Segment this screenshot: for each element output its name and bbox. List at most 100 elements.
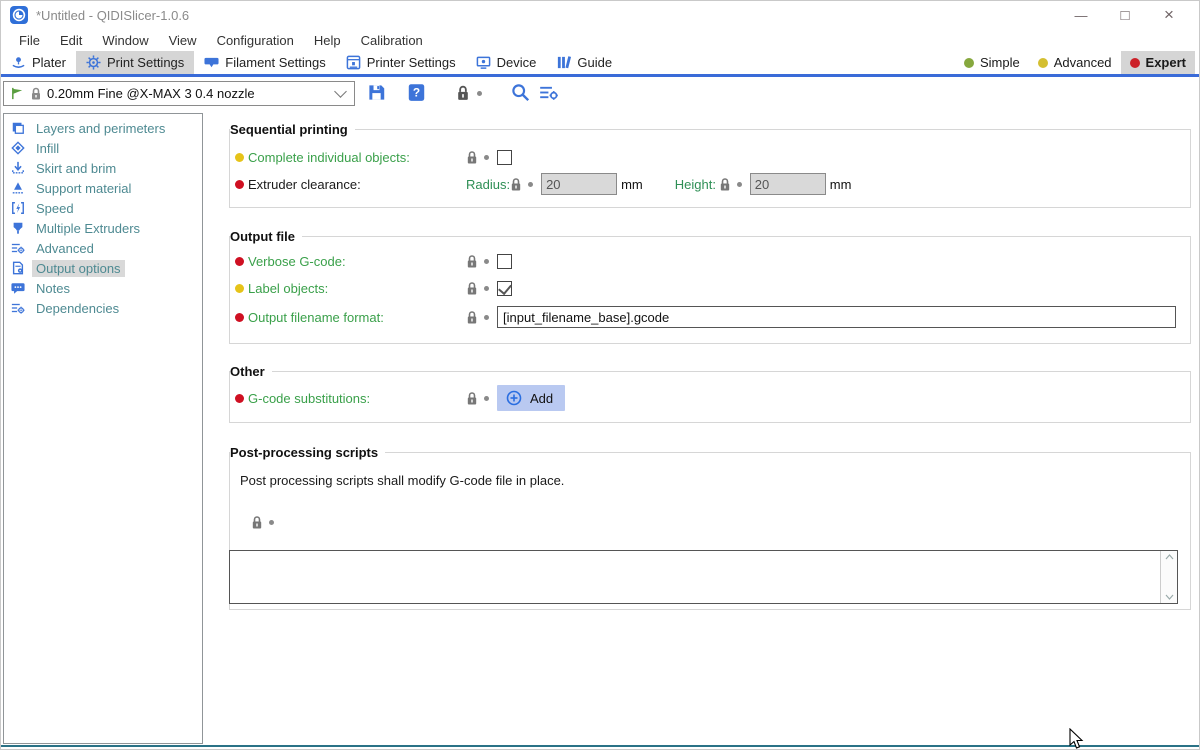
tab-guide[interactable]: Guide <box>546 51 622 74</box>
lock-icon <box>30 87 42 101</box>
tab-printer-settings[interactable]: Printer Settings <box>336 51 466 74</box>
sidebar-item-dependencies[interactable]: Dependencies <box>4 298 202 318</box>
menu-edit[interactable]: Edit <box>50 31 92 50</box>
post-processing-scripts-textarea[interactable] <box>229 550 1178 604</box>
revert-dot-icon[interactable] <box>269 520 274 525</box>
mode-expert[interactable]: Expert <box>1121 51 1195 74</box>
option-row-output-filename-format: Output filename format: <box>235 305 1185 329</box>
lock-icon[interactable] <box>510 177 522 192</box>
section-title: Sequential printing <box>230 121 355 138</box>
sidebar-item-multiple-extruders[interactable]: Multiple Extruders <box>4 218 202 238</box>
lock-icon[interactable] <box>719 177 731 192</box>
textarea-scrollbar[interactable] <box>1160 551 1177 603</box>
menu-file[interactable]: File <box>9 31 50 50</box>
settings-compare-button[interactable] <box>539 83 559 102</box>
maximize-button[interactable]: □ <box>1103 1 1147 29</box>
menu-help[interactable]: Help <box>304 31 351 50</box>
svg-text:?: ? <box>413 86 420 100</box>
tab-underline <box>1 74 1199 77</box>
sidebar-item-support-material[interactable]: Support material <box>4 178 202 198</box>
lock-icon[interactable] <box>466 254 478 269</box>
complete-individual-objects-checkbox[interactable] <box>497 150 512 165</box>
output-filename-format-input[interactable] <box>497 306 1176 328</box>
revert-dot-icon[interactable] <box>484 286 489 291</box>
section-output-file: Output file Verbose G-code: Label object… <box>229 236 1191 344</box>
simple-mode-dot-icon <box>964 58 974 68</box>
minimize-button[interactable]: — <box>1059 1 1103 29</box>
section-title: Post-processing scripts <box>230 444 385 461</box>
revert-dot-icon[interactable] <box>477 91 482 96</box>
speed-icon <box>11 201 25 215</box>
sidebar-item-advanced[interactable]: Advanced <box>4 238 202 258</box>
infill-icon <box>11 141 25 155</box>
help-button[interactable]: ? <box>407 83 426 102</box>
menu-configuration[interactable]: Configuration <box>207 31 304 50</box>
filament-icon <box>204 55 219 70</box>
mouse-cursor <box>1069 728 1084 750</box>
label-objects-checkbox[interactable] <box>497 281 512 296</box>
revert-dot-icon[interactable] <box>484 315 489 320</box>
option-row-gcode-substitutions: G-code substitutions: Add <box>235 385 1185 411</box>
menu-bar: File Edit Window View Configuration Help… <box>1 29 1199 51</box>
sidebar-item-notes[interactable]: Notes <box>4 278 202 298</box>
modified-bullet-icon <box>235 180 244 189</box>
tab-filament-settings[interactable]: Filament Settings <box>194 51 335 74</box>
option-row-verbose-gcode: Verbose G-code: <box>235 251 1185 271</box>
lock-icon[interactable] <box>466 281 478 296</box>
tab-device[interactable]: Device <box>466 51 547 74</box>
revert-dot-icon[interactable] <box>484 259 489 264</box>
revert-dot-icon[interactable] <box>737 182 742 187</box>
plater-icon <box>11 55 26 70</box>
sidebar-item-infill[interactable]: Infill <box>4 138 202 158</box>
option-row-label-objects: Label objects: <box>235 278 1185 298</box>
guide-books-icon <box>556 55 571 70</box>
title-bar: *Untitled - QIDISlicer-1.0.6 — □ × <box>1 1 1199 29</box>
tab-print-settings[interactable]: Print Settings <box>76 51 194 74</box>
lock-toggle-button[interactable] <box>456 85 470 101</box>
support-icon <box>11 181 25 195</box>
printer-icon <box>346 55 361 70</box>
sidebar-item-skirt-and-brim[interactable]: Skirt and brim <box>4 158 202 178</box>
revert-dot-icon[interactable] <box>484 155 489 160</box>
preset-dropdown[interactable]: 0.20mm Fine @X-MAX 3 0.4 nozzle <box>3 81 355 106</box>
add-substitution-button[interactable]: Add <box>497 385 565 411</box>
post-processing-description: Post processing scripts shall modify G-c… <box>240 473 564 488</box>
option-row-extruder-clearance: Extruder clearance: Radius: mm Height: m… <box>235 174 1185 194</box>
sidebar-item-speed[interactable]: Speed <box>4 198 202 218</box>
window-title: *Untitled - QIDISlicer-1.0.6 <box>36 8 189 23</box>
section-sequential-printing: Sequential printing Complete individual … <box>229 129 1191 208</box>
sidebar-item-layers-and-perimeters[interactable]: Layers and perimeters <box>4 118 202 138</box>
lock-icon[interactable] <box>466 391 478 406</box>
tab-plater[interactable]: Plater <box>1 51 76 74</box>
section-post-processing-scripts: Post-processing scripts Post processing … <box>229 452 1191 610</box>
skirt-icon <box>11 161 25 175</box>
sidebar-item-output-options[interactable]: Output options <box>4 258 202 278</box>
scroll-up-icon[interactable] <box>1165 554 1174 560</box>
revert-dot-icon[interactable] <box>484 396 489 401</box>
modified-bullet-icon <box>235 153 244 162</box>
mode-simple[interactable]: Simple <box>955 51 1029 74</box>
close-button[interactable]: × <box>1147 1 1191 29</box>
verbose-gcode-checkbox[interactable] <box>497 254 512 269</box>
revert-dot-icon[interactable] <box>528 182 533 187</box>
menu-calibration[interactable]: Calibration <box>351 31 433 50</box>
extruder-icon <box>11 221 25 235</box>
bottom-accent-line <box>1 745 1199 747</box>
mode-advanced[interactable]: Advanced <box>1029 51 1121 74</box>
menu-view[interactable]: View <box>159 31 207 50</box>
modified-bullet-icon <box>235 313 244 322</box>
save-preset-button[interactable] <box>367 83 386 102</box>
lock-icon[interactable] <box>466 310 478 325</box>
lock-icon[interactable] <box>251 515 263 530</box>
flag-icon <box>10 86 25 101</box>
lock-icon[interactable] <box>466 150 478 165</box>
settings-sidebar: Layers and perimeters Infill Skirt and b… <box>3 113 203 744</box>
search-button[interactable] <box>511 83 530 102</box>
menu-window[interactable]: Window <box>92 31 158 50</box>
scroll-down-icon[interactable] <box>1165 594 1174 600</box>
modified-bullet-icon <box>235 394 244 403</box>
option-row-complete-individual-objects: Complete individual objects: <box>235 147 1185 167</box>
plus-circle-icon <box>506 390 522 406</box>
preset-value: 0.20mm Fine @X-MAX 3 0.4 nozzle <box>47 86 331 101</box>
layers-icon <box>11 121 25 135</box>
